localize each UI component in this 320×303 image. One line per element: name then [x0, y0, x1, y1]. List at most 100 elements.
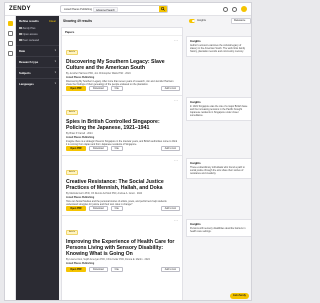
section-label: Subjects: [19, 71, 31, 75]
results-header: Showing 49 results Insights Relevance: [61, 16, 251, 26]
filter-section-subjects[interactable]: Subjects ▾: [16, 67, 59, 76]
add-to-list-button[interactable]: Add to List: [160, 146, 180, 151]
filter-peer-reviewed[interactable]: Peer reviewed: [16, 37, 59, 43]
ask-zendy-button[interactable]: Ask Zendy: [229, 293, 249, 299]
clear-filters-link[interactable]: Clear: [49, 19, 56, 25]
insights-toggle[interactable]: [189, 19, 195, 23]
library-nav-icon[interactable]: [7, 31, 13, 36]
filters-panel: Refine results Clear Zendy Plus Open acc…: [16, 16, 59, 300]
filter-section-languages[interactable]: Languages ▾: [16, 78, 59, 87]
search-bar[interactable]: Listed Places Publishing Advanced Search: [60, 5, 168, 13]
paper-publisher: Listed Places Publishing: [66, 195, 95, 199]
more-options-icon[interactable]: ⋯: [174, 159, 178, 163]
chevron-down-icon: ▾: [54, 71, 56, 74]
more-options-icon[interactable]: ⋯: [174, 219, 178, 223]
insight-text: Persons with sensory disabilities descri…: [190, 227, 246, 233]
more-options-icon[interactable]: ⋯: [174, 99, 178, 103]
paper-title[interactable]: Creative Resistance: The Social Justice …: [66, 179, 178, 191]
filter-label: Zendy Plus: [22, 26, 36, 30]
open-pdf-button[interactable]: Open PDF: [66, 206, 86, 211]
search-nav-icon[interactable]: [7, 21, 13, 26]
paper-publisher: Listed Places Publishing: [66, 75, 95, 79]
insight-note: Insights These extraordinary individuals…: [186, 158, 251, 179]
chevron-down-icon: ▾: [54, 60, 56, 63]
insight-text: Author's account examines the cultural l…: [190, 44, 246, 53]
open-pdf-button[interactable]: Open PDF: [66, 86, 86, 91]
help-icon[interactable]: [223, 6, 228, 12]
insight-note: Insights In 1921 Singapore was the site …: [186, 97, 251, 121]
paper-publisher: Listed Places Publishing: [66, 135, 95, 139]
bookmark-nav-icon[interactable]: [7, 41, 13, 46]
advanced-search-dropdown[interactable]: Advanced Search: [93, 7, 118, 12]
type-badge: Article: [66, 169, 79, 175]
section-label: Languages: [19, 82, 34, 86]
download-button[interactable]: Download: [89, 267, 108, 272]
results-count: Showing 49 results: [63, 19, 93, 23]
open-pdf-button[interactable]: Open PDF: [66, 146, 86, 151]
insight-heading: Insights: [190, 161, 201, 165]
sort-select[interactable]: Relevance: [231, 18, 251, 24]
main-content: Showing 49 results Insights Relevance Pa…: [61, 16, 251, 300]
section-label: Date: [19, 49, 26, 53]
top-bar: ZENDY Listed Places Publishing Advanced …: [5, 3, 251, 16]
download-button[interactable]: Download: [89, 86, 108, 91]
cite-button[interactable]: Cite: [110, 267, 123, 272]
insights-column: Insights Author's account examines the c…: [186, 27, 251, 300]
search-icon: [161, 7, 165, 11]
notification-icon[interactable]: [232, 6, 237, 12]
cite-button[interactable]: Cite: [110, 146, 123, 151]
avatar[interactable]: [241, 6, 247, 12]
paper-title[interactable]: Discovering My Southern Legacy: Slave Cu…: [66, 59, 178, 71]
add-to-list-button[interactable]: Add to List: [160, 206, 180, 211]
top-right-actions: [223, 6, 247, 12]
type-badge: Article: [66, 49, 79, 55]
result-card: Article ⋯ Discovering My Southern Legacy…: [62, 36, 182, 96]
result-card: Article ⋯ Creative Resistance: The Socia…: [62, 156, 182, 216]
results-list: Papers Article ⋯ Discovering My Southern…: [61, 27, 183, 300]
insights-toggle-label: Insights: [197, 19, 206, 23]
checkbox[interactable]: [19, 26, 22, 30]
section-label: Research type: [19, 60, 39, 64]
zendy-logo[interactable]: ZENDY: [9, 6, 31, 12]
insight-heading: Insights: [190, 222, 201, 226]
download-button[interactable]: Download: [89, 206, 108, 211]
add-to-list-button[interactable]: Add to List: [160, 86, 180, 91]
filter-section-date[interactable]: Date ▾: [16, 45, 59, 54]
paper-authors: By Jennifer Harrison PhD, Jon Christophe…: [66, 72, 131, 75]
tab-papers[interactable]: Papers: [62, 28, 182, 36]
result-card: Article ⋯ Spies in British Controlled Si…: [62, 96, 182, 156]
filter-section-research-type[interactable]: Research type ▾: [16, 56, 59, 65]
paper-authors: By Melinda Gorin PhD, Oh Rennis Ad Mod P…: [66, 192, 143, 195]
open-pdf-button[interactable]: Open PDF: [66, 267, 86, 272]
result-card: Article ⋯ Improving the Experience of He…: [62, 216, 182, 276]
checkbox[interactable]: [19, 38, 22, 42]
card-actions: Open PDF Download Cite Add to List: [66, 206, 180, 211]
insights-toggle-wrap: Insights: [189, 19, 206, 23]
sidebar: [5, 16, 16, 300]
checkbox[interactable]: [19, 32, 22, 36]
paper-authors: By Lisa Iezzoni, Sujith Ameryan PhD, Chr…: [66, 258, 150, 261]
paper-title[interactable]: Spies in British Controlled Singapore: P…: [66, 119, 178, 131]
chevron-down-icon: ▾: [54, 82, 56, 85]
paper-publisher: Listed Places Publishing: [66, 261, 95, 265]
more-options-icon[interactable]: ⋯: [174, 39, 178, 43]
add-to-list-button[interactable]: Add to List: [160, 267, 180, 272]
card-actions: Open PDF Download Cite Add to List: [66, 146, 180, 151]
type-badge: Article: [66, 229, 79, 235]
download-button[interactable]: Download: [89, 146, 108, 151]
app-window: ZENDY Listed Places Publishing Advanced …: [4, 2, 252, 301]
history-nav-icon[interactable]: [7, 51, 13, 56]
insight-note: Insights Persons with sensory disabiliti…: [186, 219, 251, 237]
card-actions: Open PDF Download Cite Add to List: [66, 267, 180, 272]
cite-button[interactable]: Cite: [110, 86, 123, 91]
cite-button[interactable]: Cite: [110, 206, 123, 211]
card-actions: Open PDF Download Cite Add to List: [66, 86, 180, 91]
insight-note: Insights Author's account examines the c…: [186, 36, 251, 57]
paper-authors: By Brian P. Farrell · 2024: [66, 132, 93, 135]
chevron-down-icon: ▾: [54, 49, 56, 52]
type-badge: Article: [66, 109, 79, 115]
filters-header: Refine results Clear: [16, 16, 59, 25]
search-button[interactable]: [159, 6, 167, 12]
insight-text: In 1921 Singapore was the site of a majo…: [190, 105, 248, 117]
paper-title[interactable]: Improving the Experience of Health Care …: [66, 239, 178, 257]
